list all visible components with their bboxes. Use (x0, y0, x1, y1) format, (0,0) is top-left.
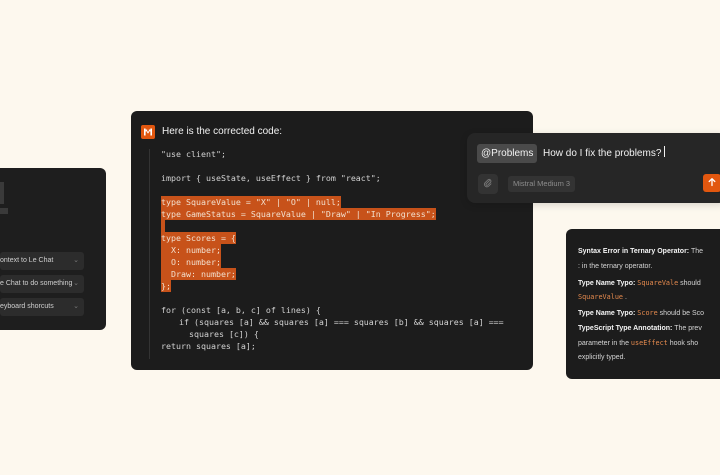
problems-mention-chip[interactable]: @Problems (477, 144, 538, 163)
problem-item-continued: : in the ternary operator. (578, 263, 653, 270)
text-caret (664, 146, 666, 157)
code-gutter-line (149, 149, 150, 359)
problem-item: Type Name Typo: SquareVale should (578, 279, 701, 287)
code-line-highlighted: X: number; (161, 244, 221, 256)
attach-button[interactable] (478, 174, 498, 194)
menu-item-add-context[interactable]: ontext to Le Chat ⌄ (0, 252, 84, 270)
menu-item-label: ontext to Le Chat (0, 257, 54, 264)
menu-item-keyboard-shortcuts[interactable]: eyboard shorcuts ⌄ (0, 298, 84, 316)
code-line-highlighted (161, 220, 165, 232)
paperclip-icon (483, 175, 493, 193)
code-line-highlighted: O: number; (161, 256, 221, 268)
problem-item-continued: explicitly typed. (578, 354, 626, 361)
code-line: import { useState, useEffect } from "rea… (161, 173, 381, 183)
problem-item-continued: SquareValue . (578, 293, 627, 301)
panel-heading-fragment (0, 208, 8, 214)
problem-item: Syntax Error in Ternary Operator: The (578, 248, 704, 255)
code-line-highlighted: type GameStatus = SquareValue | "Draw" |… (161, 208, 436, 220)
arrow-up-icon (707, 174, 717, 192)
code-line-highlighted: }; (161, 280, 171, 292)
code-line-highlighted: type SquareValue = "X" | "O" | null; (161, 196, 341, 208)
chat-input-panel: @Problems How do I fix the problems? Mis… (467, 133, 720, 203)
panel-heading-fragment (0, 182, 4, 204)
code-line: return squares [a]; (161, 341, 256, 351)
code-line-highlighted: Draw: number; (161, 268, 236, 280)
chevron-down-icon: ⌄ (73, 303, 79, 310)
chat-input[interactable]: How do I fix the problems? (543, 144, 666, 163)
mistral-logo-icon (141, 125, 155, 139)
problem-item: Type Name Typo: Score should be Sco (578, 309, 705, 317)
problem-item-continued: parameter in the useEffect hook sho (578, 339, 699, 347)
chevron-down-icon: ⌄ (73, 280, 79, 287)
code-line-highlighted: type Scores = { (161, 232, 236, 244)
chevron-down-icon: ⌄ (73, 257, 79, 264)
code-line: for (const [a, b, c] of lines) { (161, 305, 321, 315)
code-line: squares [c]) { (169, 329, 259, 339)
response-title: Here is the corrected code: (162, 126, 283, 137)
model-selector[interactable]: Mistral Medium 3 (508, 176, 576, 192)
send-button[interactable] (703, 174, 720, 192)
shortcuts-panel: ontext to Le Chat ⌄ e Chat to do somethi… (0, 168, 106, 330)
menu-item-label: eyboard shorcuts (0, 303, 54, 310)
problem-item: TypeScript Type Annotation: The prev (578, 325, 702, 332)
problems-list-panel: Syntax Error in Ternary Operator: The : … (566, 229, 720, 379)
menu-item-ask-chat[interactable]: e Chat to do something ⌄ (0, 275, 84, 293)
code-line: "use client"; (161, 149, 226, 159)
menu-item-label: e Chat to do something (0, 280, 73, 287)
code-line: if (squares [a] && squares [a] === squar… (169, 317, 504, 327)
